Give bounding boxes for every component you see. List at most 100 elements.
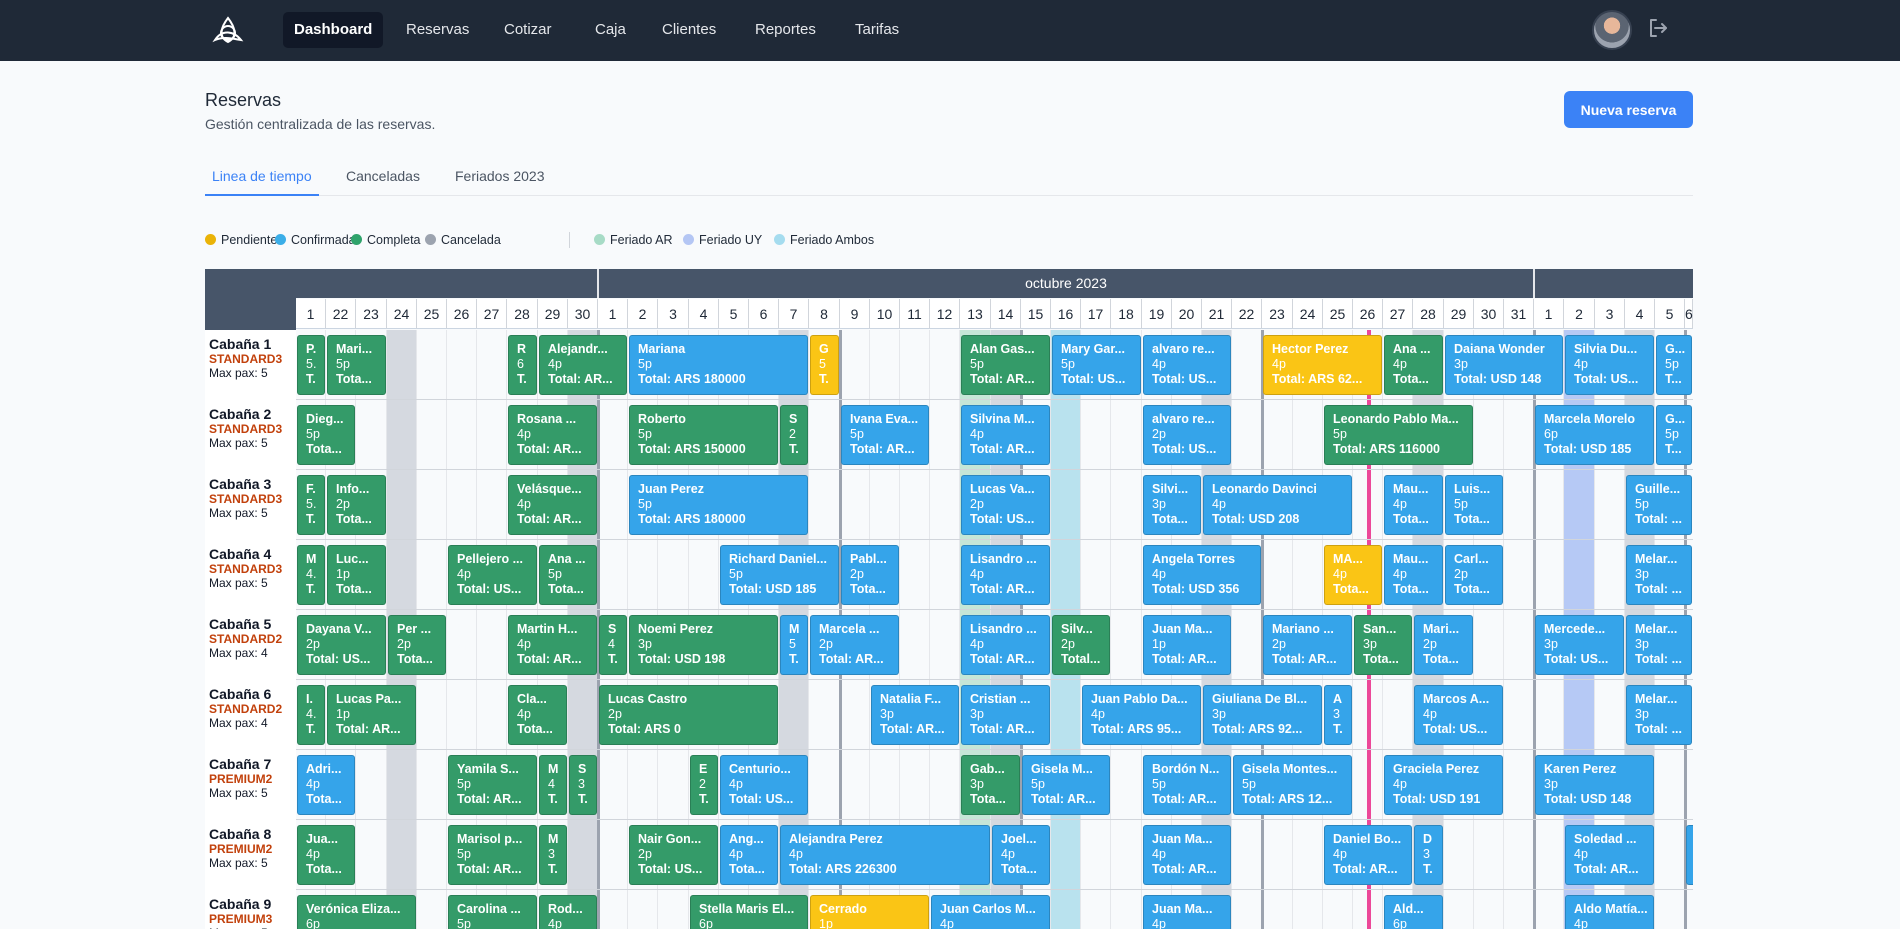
booking-block[interactable]: Mercede... 3p Total: US...: [1535, 615, 1624, 675]
nav-reportes[interactable]: Reportes: [744, 12, 827, 48]
nav-cotizar[interactable]: Cotizar: [493, 12, 563, 48]
booking-block[interactable]: Pellejero ... 4p Total: US...: [448, 545, 537, 605]
booking-block[interactable]: Lisandro ... 4p Total: AR...: [961, 545, 1050, 605]
booking-block[interactable]: S 3 T.: [569, 755, 597, 815]
booking-block[interactable]: Mariana 5p Total: ARS 180000: [629, 335, 808, 395]
booking-block[interactable]: Carl... 2p Tota...: [1445, 545, 1503, 605]
booking-block[interactable]: Joel... 4p Tota...: [992, 825, 1050, 885]
booking-block[interactable]: Soledad ... 4p Total: AR...: [1565, 825, 1654, 885]
booking-block[interactable]: Juan Ma... 4p Total: AR...: [1143, 825, 1231, 885]
booking-block[interactable]: G... 5p T...: [1656, 405, 1692, 465]
booking-block[interactable]: Nair Gon... 2p Total: US...: [629, 825, 718, 885]
booking-block[interactable]: Alejandr... 4p Total: AR...: [539, 335, 627, 395]
booking-block[interactable]: Yamila S... 5p Total: AR...: [448, 755, 537, 815]
booking-block[interactable]: [1686, 825, 1693, 885]
nav-clientes[interactable]: Clientes: [651, 12, 727, 48]
booking-block[interactable]: Luc... 1p Tota...: [327, 545, 386, 605]
booking-block[interactable]: Rod... 4p: [539, 895, 597, 929]
booking-block[interactable]: Natalia F... 3p Total: AR...: [871, 685, 959, 745]
booking-block[interactable]: Martin H... 4p Total: AR...: [508, 615, 597, 675]
booking-block[interactable]: Lisandro ... 4p Total: AR...: [961, 615, 1050, 675]
booking-block[interactable]: alvaro re... 2p Total: US...: [1143, 405, 1231, 465]
booking-block[interactable]: Karen Perez 3p Total: USD 148: [1535, 755, 1654, 815]
booking-block[interactable]: Dayana V... 2p Total: US...: [297, 615, 386, 675]
booking-block[interactable]: Silvia Du... 4p Total: US...: [1565, 335, 1654, 395]
nav-tarifas[interactable]: Tarifas: [844, 12, 910, 48]
booking-block[interactable]: Velásque... 4p Total: AR...: [508, 475, 597, 535]
nav-dashboard[interactable]: Dashboard: [283, 12, 384, 48]
booking-block[interactable]: Bordón N... 5p Total: AR...: [1143, 755, 1231, 815]
booking-block[interactable]: alvaro re... 4p Total: US...: [1143, 335, 1231, 395]
booking-block[interactable]: Mau... 4p Tota...: [1384, 545, 1443, 605]
booking-block[interactable]: Centurio... 4p Total: US...: [720, 755, 808, 815]
booking-block[interactable]: Cerrado 1p: [810, 895, 929, 929]
booking-block[interactable]: Lucas Castro 2p Total: ARS 0: [599, 685, 778, 745]
booking-block[interactable]: Info... 2p Tota...: [327, 475, 386, 535]
booking-block[interactable]: Verónica Eliza... 6p: [297, 895, 416, 929]
booking-block[interactable]: Mari... 2p Tota...: [1414, 615, 1473, 675]
booking-block[interactable]: Ald... 6p: [1384, 895, 1443, 929]
booking-block[interactable]: Melar... 3p Total: ...: [1626, 615, 1692, 675]
booking-block[interactable]: Adri... 4p Tota...: [297, 755, 355, 815]
booking-block[interactable]: San... 3p Tota...: [1354, 615, 1412, 675]
booking-block[interactable]: Mau... 4p Tota...: [1384, 475, 1443, 535]
booking-block[interactable]: M 3 T.: [539, 825, 567, 885]
booking-block[interactable]: Juan Pablo Da... 4p Total: ARS 95...: [1082, 685, 1201, 745]
booking-block[interactable]: M 4. T.: [297, 545, 325, 605]
booking-block[interactable]: A 3 T.: [1324, 685, 1352, 745]
booking-block[interactable]: S 2 T.: [780, 405, 808, 465]
tab-linea-de-tiempo[interactable]: Linea de tiempo: [205, 165, 319, 196]
booking-block[interactable]: Marcela Morelo 6p Total: USD 185: [1535, 405, 1654, 465]
booking-block[interactable]: Jua... 4p Tota...: [297, 825, 355, 885]
booking-block[interactable]: Daniel Bo... 4p Total: AR...: [1324, 825, 1412, 885]
booking-block[interactable]: Ana ... 4p Tota...: [1384, 335, 1443, 395]
booking-block[interactable]: Roberto 5p Total: ARS 150000: [629, 405, 778, 465]
booking-block[interactable]: Juan Ma... 4p: [1143, 895, 1231, 929]
booking-block[interactable]: Gab... 3p Tota...: [961, 755, 1020, 815]
booking-block[interactable]: Noemi Perez 3p Total: USD 198: [629, 615, 778, 675]
booking-block[interactable]: M 5 T.: [780, 615, 808, 675]
booking-block[interactable]: Dieg... 5p Tota...: [297, 405, 355, 465]
booking-block[interactable]: Silvi... 3p Tota...: [1143, 475, 1201, 535]
tab-canceladas[interactable]: Canceladas: [339, 165, 427, 196]
booking-block[interactable]: Leonardo Pablo Ma... 5p Total: ARS 116000: [1324, 405, 1473, 465]
booking-block[interactable]: Leonardo Davinci 4p Total: USD 208: [1203, 475, 1352, 535]
booking-block[interactable]: Per ... 2p Tota...: [388, 615, 446, 675]
booking-block[interactable]: Alan Gas... 5p Total: AR...: [961, 335, 1050, 395]
booking-block[interactable]: Melar... 3p Total: ...: [1626, 545, 1692, 605]
booking-block[interactable]: Daiana Wonder 3p Total: USD 148: [1445, 335, 1563, 395]
booking-block[interactable]: P. 5. T.: [297, 335, 325, 395]
booking-block[interactable]: Ang... 4p Tota...: [720, 825, 778, 885]
booking-block[interactable]: G 5 T.: [810, 335, 839, 395]
tab-feriados-2023[interactable]: Feriados 2023: [448, 165, 552, 196]
booking-block[interactable]: Melar... 3p Total: ...: [1626, 685, 1692, 745]
booking-block[interactable]: Gisela Montes... 5p Total: ARS 12...: [1233, 755, 1352, 815]
booking-block[interactable]: Marcos A... 4p Total: US...: [1414, 685, 1503, 745]
booking-block[interactable]: Angela Torres 4p Total: USD 356: [1143, 545, 1261, 605]
booking-block[interactable]: Mariano ... 2p Total: AR...: [1263, 615, 1352, 675]
user-avatar[interactable]: [1592, 10, 1632, 50]
booking-block[interactable]: R 6 T.: [508, 335, 537, 395]
booking-block[interactable]: Pabl... 2p Tota...: [841, 545, 899, 605]
booking-block[interactable]: Giuliana De Bl... 3p Total: ARS 92...: [1203, 685, 1322, 745]
booking-block[interactable]: Alejandra Perez 4p Total: ARS 226300: [780, 825, 990, 885]
booking-block[interactable]: Ivana Eva... 5p Total: AR...: [841, 405, 929, 465]
booking-block[interactable]: Mari... 5p Tota...: [327, 335, 386, 395]
booking-block[interactable]: E 2 T.: [690, 755, 718, 815]
booking-block[interactable]: S 4 T.: [599, 615, 627, 675]
booking-block[interactable]: Juan Perez 5p Total: ARS 180000: [629, 475, 808, 535]
booking-block[interactable]: Cristian ... 3p Total: AR...: [961, 685, 1050, 745]
booking-block[interactable]: Graciela Perez 4p Total: USD 191: [1384, 755, 1503, 815]
booking-block[interactable]: Guille... 5p Total: ...: [1626, 475, 1692, 535]
booking-block[interactable]: Silvina M... 4p Total: AR...: [961, 405, 1050, 465]
triquetra-logo-icon[interactable]: [212, 15, 244, 47]
booking-block[interactable]: G... 5p T...: [1656, 335, 1692, 395]
booking-block[interactable]: Marisol p... 5p Total: AR...: [448, 825, 537, 885]
booking-block[interactable]: Silv... 2p Total...: [1052, 615, 1110, 675]
booking-block[interactable]: Marcela ... 2p Total: AR...: [810, 615, 899, 675]
booking-block[interactable]: Juan Ma... 1p Total: AR...: [1143, 615, 1231, 675]
booking-block[interactable]: Gisela M... 5p Total: AR...: [1022, 755, 1110, 815]
booking-block[interactable]: Lucas Va... 2p Total: US...: [961, 475, 1050, 535]
booking-block[interactable]: Juan Carlos M... 4p: [931, 895, 1050, 929]
new-reservation-button[interactable]: Nueva reserva: [1564, 91, 1693, 128]
